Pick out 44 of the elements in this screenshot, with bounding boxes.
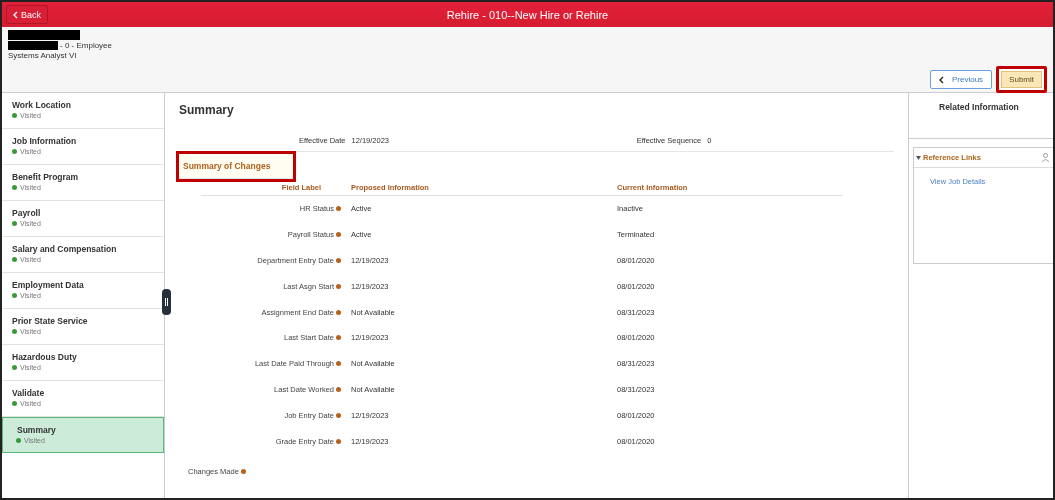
changed-dot	[336, 232, 341, 238]
step-label: Job Information	[12, 136, 78, 146]
status-dot	[12, 149, 17, 154]
status-dot	[12, 221, 17, 226]
changed-dot	[336, 335, 341, 341]
previous-button[interactable]: Previous	[929, 70, 993, 89]
changed-dot	[336, 412, 341, 418]
changed-dot	[336, 206, 341, 212]
status-dot	[12, 257, 17, 262]
changed-dot	[240, 469, 246, 474]
collapse-handle-icon[interactable]	[162, 289, 171, 315]
changed-dot	[336, 283, 341, 289]
status-dot	[12, 329, 17, 334]
subsection-heading: Summary of Changes	[179, 154, 293, 179]
changed-dot	[336, 309, 341, 315]
step-label: Validate	[12, 388, 46, 398]
step-label: Summary	[16, 425, 57, 435]
changed-dot	[336, 361, 341, 367]
changed-dot	[336, 258, 341, 263]
step-label: Work Location	[12, 100, 72, 110]
back-button[interactable]: Back	[6, 5, 48, 24]
status-dot	[12, 293, 17, 298]
submit-button[interactable]: Submit	[996, 66, 1047, 93]
section-heading: Summary	[179, 103, 235, 117]
status-dot	[16, 438, 21, 443]
step-label: Hazardous Duty	[12, 352, 78, 362]
status-dot	[12, 185, 17, 190]
step-label: Employment Data	[12, 280, 85, 290]
changed-dot	[336, 386, 341, 392]
status-dot	[12, 113, 17, 118]
page-title: Rehire - 010--New Hire or Rehire	[446, 8, 609, 21]
changed-dot	[336, 438, 341, 444]
employee-id: - 0 - Employee	[60, 41, 113, 50]
step-label: Payroll	[12, 208, 42, 218]
step-label: Benefit Program	[12, 172, 80, 182]
chevron-left-icon	[13, 10, 18, 19]
panel-title: Related Information	[909, 93, 1053, 139]
caret-icon	[916, 155, 921, 160]
status-dot	[12, 365, 17, 370]
step-label: Salary and Compensation	[12, 244, 118, 254]
step-label: Prior State Service	[12, 316, 89, 326]
chevron-left-icon	[938, 75, 944, 84]
job-title: Systems Analyst VI	[8, 51, 78, 60]
status-dot	[12, 401, 17, 406]
